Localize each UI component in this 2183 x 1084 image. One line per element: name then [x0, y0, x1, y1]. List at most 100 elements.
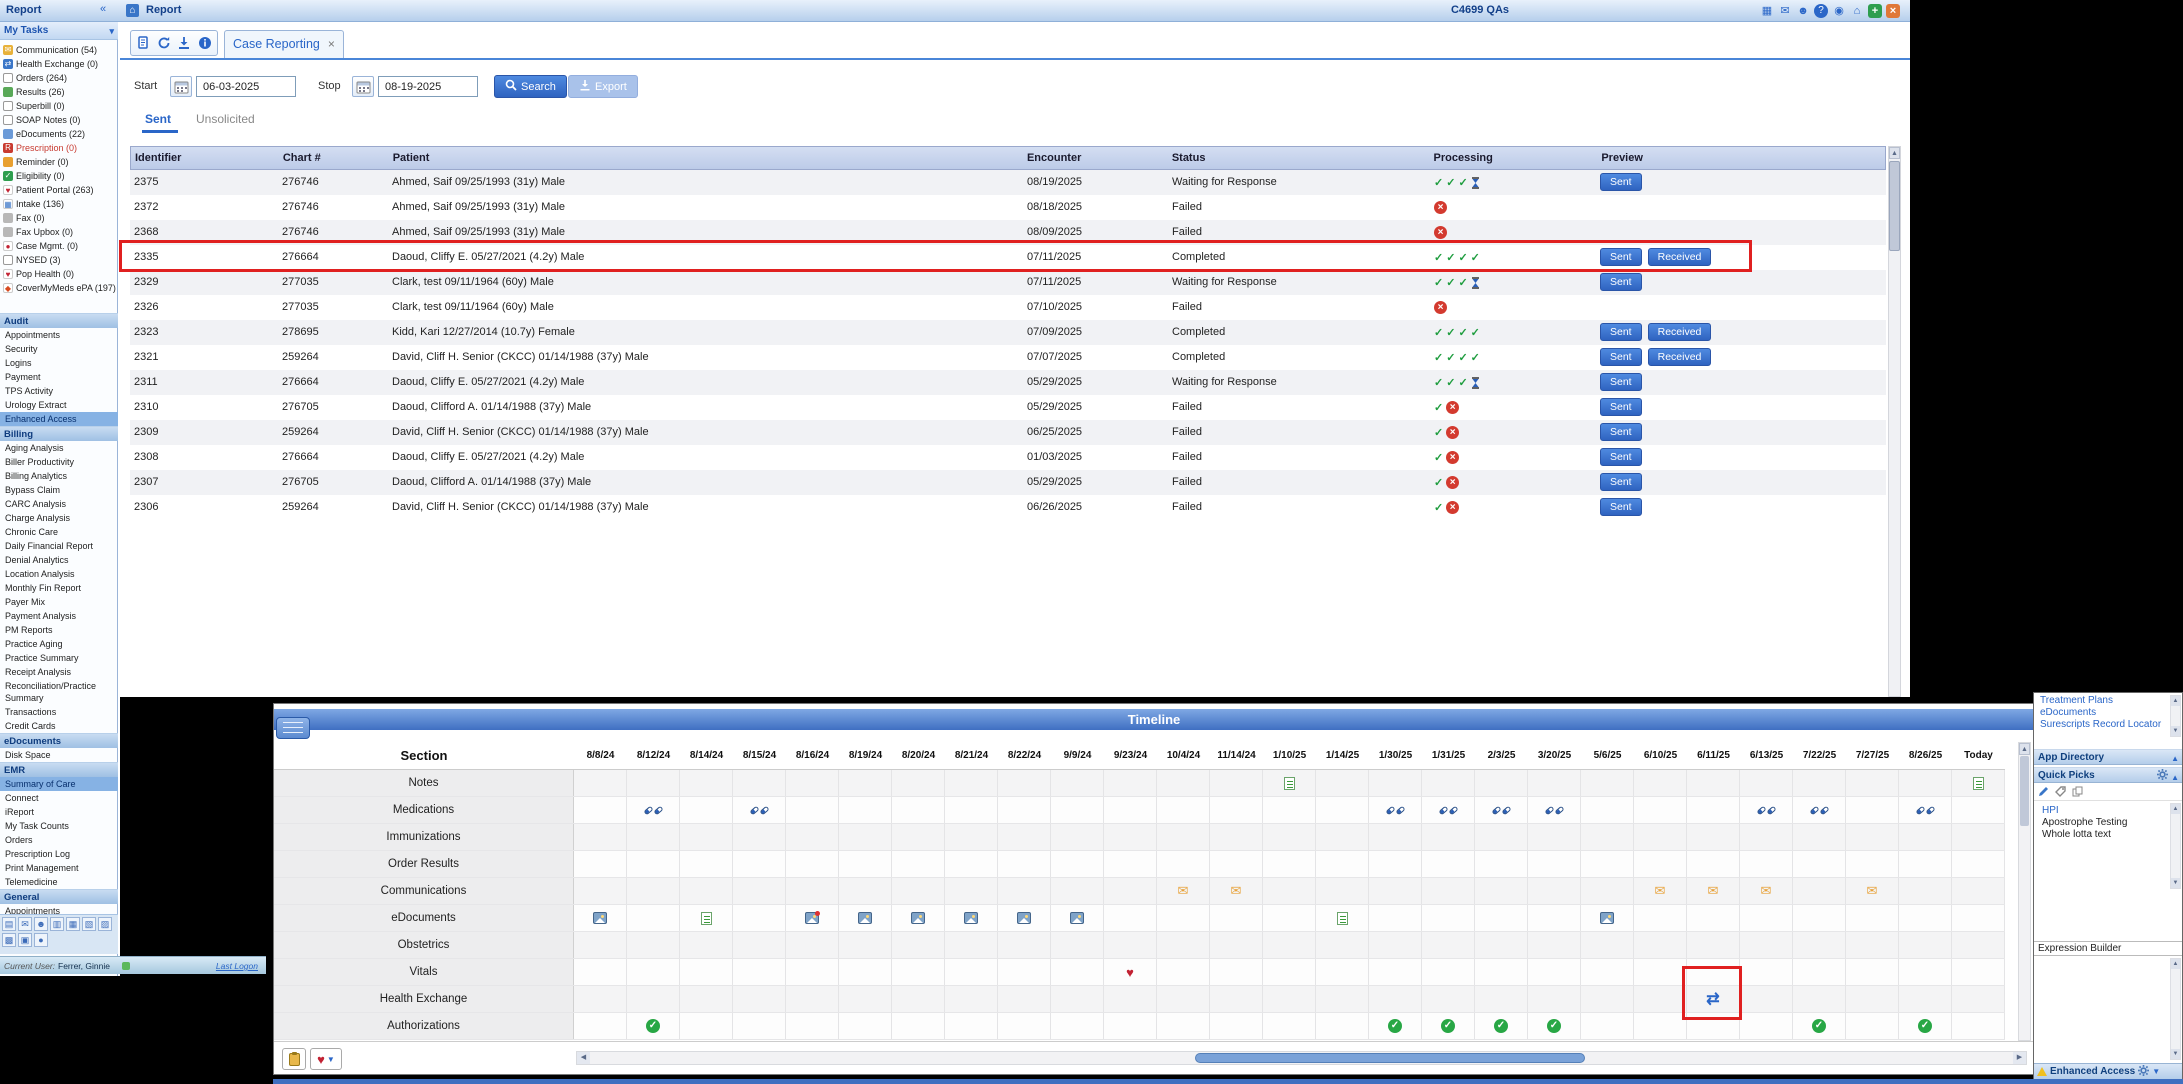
pill-icon[interactable]	[1916, 808, 1935, 813]
timeline-cell[interactable]	[733, 959, 786, 985]
sidebar-item-my-task-counts[interactable]: My Task Counts	[0, 819, 118, 833]
check-icon[interactable]: ✓	[646, 1019, 660, 1033]
timeline-cell[interactable]	[1528, 878, 1581, 904]
sidebar-task-fax-0[interactable]: Fax (0)	[0, 211, 118, 225]
timeline-cell[interactable]	[1422, 932, 1475, 958]
calendar-tool-icon[interactable]: ▤	[2, 917, 16, 931]
timeline-cell[interactable]	[1793, 770, 1846, 796]
scrollbar-thumb[interactable]	[1889, 161, 1900, 251]
timeline-cell[interactable]	[1210, 959, 1263, 985]
timeline-date-5-6-25[interactable]: 5/6/25	[1581, 742, 1634, 769]
export-button[interactable]: Export	[568, 75, 638, 98]
timeline-cell[interactable]	[733, 797, 786, 823]
sidebar-item-logins[interactable]: Logins	[0, 356, 118, 370]
timeline-date-6-10-25[interactable]: 6/10/25	[1634, 742, 1687, 769]
timeline-cell[interactable]	[1475, 986, 1528, 1012]
timeline-cell[interactable]	[1157, 959, 1210, 985]
timeline-cell[interactable]	[1687, 932, 1740, 958]
start-date-input[interactable]	[196, 76, 296, 97]
sidebar-item-credit-cards[interactable]: Credit Cards	[0, 719, 118, 733]
timeline-cell[interactable]	[627, 986, 680, 1012]
expression-builder-item[interactable]: Expression Builder	[2034, 941, 2182, 956]
sent-preview-button[interactable]: Sent	[1600, 173, 1642, 191]
my-tasks-header[interactable]: My Tasks ▾	[0, 22, 118, 40]
timeline-cell[interactable]	[1634, 797, 1687, 823]
sidebar-item-prescription-log[interactable]: Prescription Log	[0, 847, 118, 861]
timeline-cell[interactable]	[680, 986, 733, 1012]
timeline-date-8-16-24[interactable]: 8/16/24	[786, 742, 839, 769]
timeline-cell[interactable]	[1157, 986, 1210, 1012]
timeline-cell[interactable]	[1528, 959, 1581, 985]
timeline-cell[interactable]	[892, 824, 945, 850]
sidebar-task-pop-health-0[interactable]: ♥Pop Health (0)	[0, 267, 118, 281]
grid-tool-icon[interactable]: ▩	[2, 933, 16, 947]
timeline-cell[interactable]	[1846, 986, 1899, 1012]
sidebar-section-header-audit[interactable]: Audit	[0, 313, 118, 328]
timeline-cell[interactable]	[839, 986, 892, 1012]
scroll-up-icon[interactable]: ▲	[2019, 743, 2030, 755]
timeline-cell[interactable]	[1104, 986, 1157, 1012]
timeline-cell[interactable]	[1952, 1013, 2005, 1039]
panel-link-treatment-plans[interactable]: Treatment Plans	[2034, 695, 2182, 707]
timeline-cell[interactable]	[1952, 932, 2005, 958]
timeline-cell[interactable]	[945, 797, 998, 823]
sidebar-item-orders[interactable]: Orders	[0, 833, 118, 847]
timeline-cell[interactable]	[1157, 905, 1210, 931]
timeline-cell[interactable]: ✉	[1157, 878, 1210, 904]
timeline-cell[interactable]	[945, 986, 998, 1012]
timeline-cell[interactable]	[627, 797, 680, 823]
timeline-cell[interactable]	[1104, 797, 1157, 823]
timeline-cell[interactable]	[1369, 824, 1422, 850]
timeline-cell[interactable]	[574, 1013, 627, 1039]
timeline-cell[interactable]	[1051, 797, 1104, 823]
mail-icon[interactable]: ✉	[1761, 883, 1772, 899]
timeline-cell[interactable]	[574, 959, 627, 985]
timeline-cell[interactable]	[1899, 851, 1952, 877]
timeline-cell[interactable]	[998, 797, 1051, 823]
check-icon[interactable]: ✓	[1494, 1019, 1508, 1033]
heart-icon[interactable]: ♥	[1126, 965, 1134, 980]
timeline-cell[interactable]	[1210, 851, 1263, 877]
scroll-left-icon[interactable]: ◀	[577, 1052, 590, 1064]
timeline-cell[interactable]	[1316, 797, 1369, 823]
timeline-cell[interactable]	[892, 986, 945, 1012]
timeline-cell[interactable]	[1369, 770, 1422, 796]
mail-icon[interactable]: ✉	[1231, 883, 1242, 899]
timeline-date-9-23-24[interactable]: 9/23/24	[1104, 742, 1157, 769]
timeline-cell[interactable]	[1369, 932, 1422, 958]
timeline-cell[interactable]	[1157, 797, 1210, 823]
gear-icon[interactable]	[2138, 1063, 2149, 1081]
sidebar-collapse-icon[interactable]: «	[100, 3, 106, 15]
timeline-cell[interactable]	[1793, 932, 1846, 958]
timeline-cell[interactable]	[786, 824, 839, 850]
timeline-cell[interactable]	[1316, 932, 1369, 958]
timeline-cell[interactable]	[1846, 824, 1899, 850]
table-row[interactable]: 2323278695Kidd, Kari 12/27/2014 (10.7y) …	[130, 320, 1886, 345]
timeline-cell[interactable]	[1740, 770, 1793, 796]
timeline-cell[interactable]	[1687, 797, 1740, 823]
fax-tool-icon[interactable]: ▦	[66, 917, 80, 931]
timeline-cell[interactable]	[1899, 905, 1952, 931]
timeline-cell[interactable]	[1528, 851, 1581, 877]
sidebar-section-header-billing[interactable]: Billing	[0, 426, 118, 441]
column-header-processing[interactable]: Processing	[1430, 147, 1598, 169]
sidebar-task-reminder-0[interactable]: Reminder (0)	[0, 155, 118, 169]
timeline-cell[interactable]	[1634, 851, 1687, 877]
clipboard-filter-button[interactable]	[282, 1048, 306, 1070]
table-row[interactable]: 2307276705Daoud, Clifford A. 01/14/1988 …	[130, 470, 1886, 495]
timeline-cell[interactable]	[1793, 905, 1846, 931]
timeline-cell[interactable]	[1581, 824, 1634, 850]
panel-link-edocuments[interactable]: eDocuments	[2034, 707, 2182, 719]
timeline-date-1-10-25[interactable]: 1/10/25	[1263, 742, 1316, 769]
timeline-cell[interactable]	[892, 905, 945, 931]
timeline-cell[interactable]	[1475, 851, 1528, 877]
sidebar-task-edocuments-22[interactable]: eDocuments (22)	[0, 127, 118, 141]
help-icon[interactable]: ?	[1814, 4, 1828, 18]
timeline-date-today[interactable]: Today	[1952, 742, 2005, 769]
timeline-cell[interactable]	[1051, 851, 1104, 877]
timeline-cell[interactable]	[786, 1013, 839, 1039]
sidebar-item-summary-of-care[interactable]: Summary of Care	[0, 777, 118, 791]
mail-icon[interactable]: ✉	[1867, 883, 1878, 899]
column-header-chart[interactable]: Chart #	[279, 147, 389, 169]
timeline-date-8-15-24[interactable]: 8/15/24	[733, 742, 786, 769]
